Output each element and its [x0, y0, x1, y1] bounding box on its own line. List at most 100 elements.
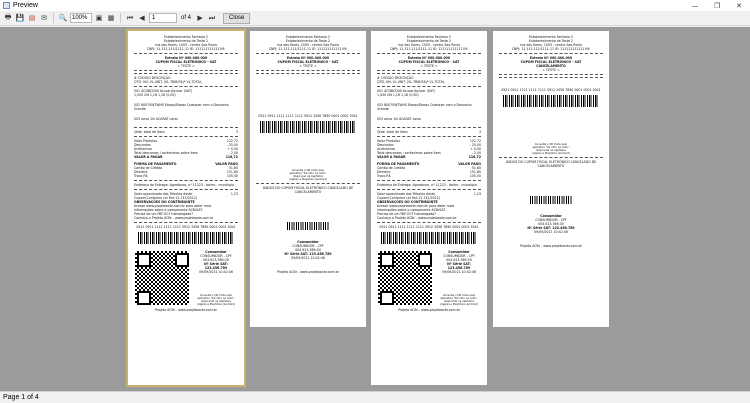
toolbar-separator: [120, 13, 121, 23]
test-label: = TESTE =: [177, 64, 195, 68]
change-value: 105,00: [469, 174, 481, 178]
amount-due-label: VALOR A PAGAR: [377, 155, 406, 159]
divider: [134, 86, 238, 87]
qr-section: Consumidor CONSUMIDOR - CPF 004.613.369-…: [377, 247, 481, 306]
print-icon[interactable]: 🖶: [3, 13, 13, 23]
cancel-footer: DADOS DO CUPOM FISCAL ELETRÔNICO CANCELA…: [262, 186, 354, 194]
toolbar-separator: [53, 13, 54, 23]
email-icon[interactable]: ✉: [39, 13, 49, 23]
preview-toolbar: 🖶 💾 ▤ ✉ 🔍 100% ▣ ▦ ⏮ ◀ 1 of 4 ▶ ⏭ Close: [0, 11, 750, 26]
divider: [134, 189, 238, 190]
access-key: 0521 0911 1111 1111 1111 5912 3456 7890 …: [501, 88, 601, 92]
divider: [134, 53, 238, 54]
change-row: Troco R$ 105,00: [134, 174, 238, 178]
page-count-label: of 4: [181, 15, 192, 21]
divider: [377, 127, 481, 128]
close-button[interactable]: Close: [223, 12, 251, 24]
save-icon[interactable]: 💾: [15, 13, 25, 23]
divider: [377, 180, 481, 181]
divider: [256, 183, 360, 184]
divider: [377, 70, 481, 71]
window-titlebar: Preview — ❐ ✕: [0, 0, 750, 11]
next-page-icon[interactable]: ▶: [195, 13, 205, 23]
sat-date: 09/09/2021 10:42:46: [199, 270, 233, 274]
total-items-value: 3: [478, 130, 481, 134]
test-label: = TESTE =: [542, 68, 560, 72]
divider: [377, 86, 481, 87]
window-title: Preview: [13, 2, 38, 9]
total-items-row: Qtde. total de itens 3: [134, 130, 238, 134]
change-row: Troco R$ 105,00: [377, 174, 481, 178]
receipt-footer: Projeto ACBr - www.projetoacbr.com.br: [520, 244, 582, 248]
zoom-input[interactable]: 100%: [70, 13, 92, 23]
item-line: 003 arroz 1kl ACARAT carac: [134, 117, 179, 121]
close-window-button[interactable]: ✕: [728, 0, 750, 11]
consumer-block: Consumidor CONSUMIDOR - CPF 004.613.369-…: [256, 240, 360, 260]
qr-code: [377, 250, 433, 306]
taxes-value: 1,23: [473, 192, 481, 196]
taxes-value: 1,23: [230, 192, 238, 196]
receipt-page-4[interactable]: Estabelecimento Fantasia 2 Estabelecimen…: [493, 31, 609, 327]
fit-width-icon[interactable]: ▦: [106, 13, 116, 23]
receipt-page-2[interactable]: Estabelecimento Fantasia 2 Estabelecimen…: [250, 31, 366, 327]
divider: [377, 73, 481, 74]
amount-due-row: VALOR A PAGAR 118,72: [377, 155, 481, 159]
divider: [256, 73, 360, 74]
divider: [134, 73, 238, 74]
minimize-button[interactable]: —: [684, 0, 706, 11]
items-col-header: QTD. UN. VL.UNIT. (VL.TRIB.R$)* VL.TOTAL: [377, 80, 445, 84]
amount-due-label: VALOR A PAGAR: [134, 155, 163, 159]
total-items-row: Qtde. total de itens 3: [377, 130, 481, 134]
status-bar: Page 1 of 4: [0, 391, 750, 403]
divider: [134, 180, 238, 181]
consumer-block: Consumidor CONSUMIDOR - CPF 004.613.369-…: [194, 250, 238, 306]
small-barcode: [530, 196, 572, 204]
item-line: 1,000 UN 1,16 1,16 (0,00): [134, 93, 176, 97]
divider: [134, 222, 238, 223]
total-items-label: Qtde. total de itens: [377, 130, 408, 134]
window-controls: — ❐ ✕: [684, 0, 750, 11]
divider: [377, 222, 481, 223]
zoom-out-icon[interactable]: 🔍: [58, 13, 68, 23]
change-label: Troco R$: [134, 174, 148, 178]
app-icon: [3, 2, 10, 9]
amount-due-value: 118,72: [225, 155, 238, 159]
divider: [256, 70, 360, 71]
divider: [134, 127, 238, 128]
prev-page-icon[interactable]: ◀: [137, 13, 147, 23]
consumer-block: Consumidor CONSUMIDOR - CPF 004.613.369-…: [499, 214, 603, 234]
barcode: [260, 121, 356, 133]
access-key: 0521 0911 1111 1111 1111 5912 3456 7890 …: [258, 114, 358, 118]
last-page-icon[interactable]: ⏭: [207, 13, 217, 23]
consumer-block: Consumidor CONSUMIDOR - CPF 004.613.369-…: [437, 250, 481, 306]
total-items-label: Qtde. total de itens: [134, 130, 165, 134]
total-items-value: 3: [235, 130, 238, 134]
receipt-footer: Projeto ACBr - www.projetoacbr.com.br: [155, 308, 217, 312]
divider: [499, 53, 603, 54]
amount-due-value: 118,72: [468, 155, 481, 159]
receipt-footer: Projeto ACBr - www.projetoacbr.com.br: [398, 308, 460, 312]
company-cnpj: CNPJ: 11.111.111/1111-11 IE: 11111111111…: [146, 47, 226, 51]
receipt-page-3[interactable]: Estabelecimento Fantasia 2 Estabelecimen…: [371, 31, 487, 385]
small-barcode: [287, 222, 329, 230]
divider: [499, 74, 603, 75]
first-page-icon[interactable]: ⏮: [125, 13, 135, 23]
qr-section: Consumidor CONSUMIDOR - CPF 004.613.369-…: [134, 247, 238, 306]
qr-note: Consulte o QR Code pelo aplicativo "De o…: [532, 143, 570, 155]
receipt-footer: Projeto ACBr - www.projetoacbr.com.br: [277, 270, 339, 274]
sat-date: 09/09/2021 10:42:46: [534, 230, 568, 234]
divider: [256, 53, 360, 54]
status-text: Page 1 of 4: [3, 394, 39, 401]
maximize-button[interactable]: ❐: [706, 0, 728, 11]
preview-viewport[interactable]: Estabelecimento Fantasia 2 Estabelecimen…: [0, 27, 750, 391]
pdf-icon[interactable]: ▤: [27, 13, 37, 23]
page-number-input[interactable]: 1: [149, 13, 177, 23]
obs-line: Conheça o Projeto ACBr - www.projetoacbr…: [377, 216, 457, 220]
item-line: 1,000 UN 1,16 1,16 (0,00): [377, 93, 419, 97]
company-cnpj: CNPJ: 11.111.111/1111-11 IE: 11111111111…: [389, 47, 469, 51]
zoom-page-icon[interactable]: ▣: [94, 13, 104, 23]
company-cnpj: CNPJ: 11.111.111/1111-11 IE: 11111111111…: [511, 47, 591, 51]
receipt-page-1[interactable]: Estabelecimento Fantasia 2 Estabelecimen…: [126, 29, 246, 387]
amount-due-row: VALOR A PAGAR 118,72: [134, 155, 238, 159]
divider: [499, 77, 603, 78]
